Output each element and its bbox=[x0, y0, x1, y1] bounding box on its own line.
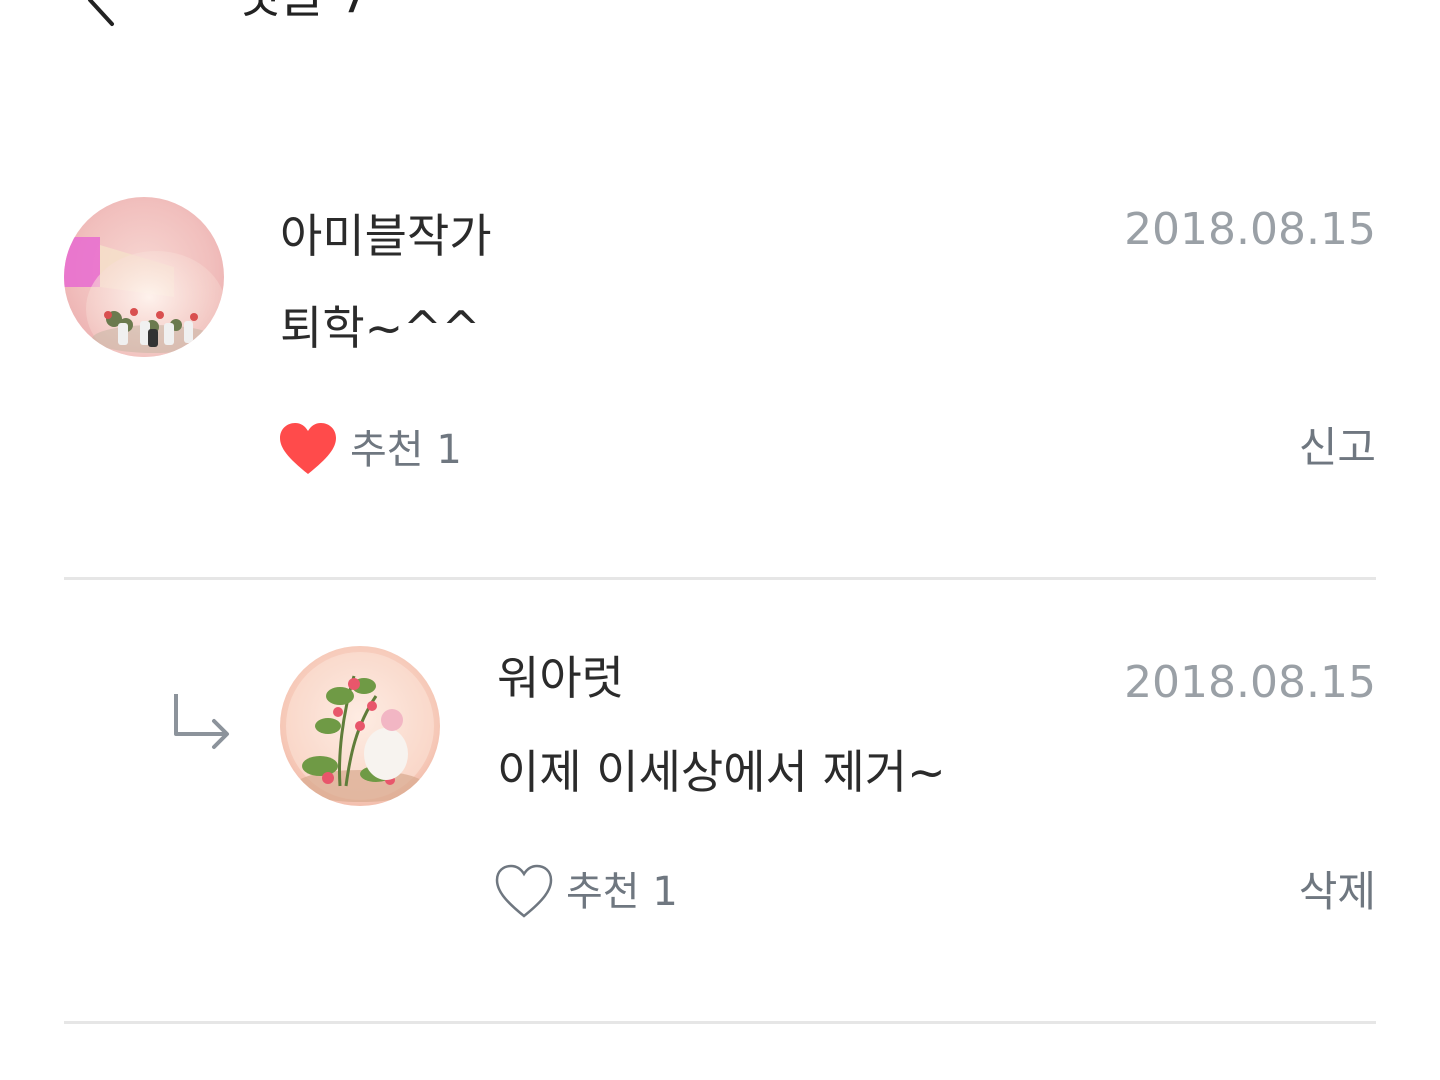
like-count-label: 추천 1 bbox=[566, 869, 678, 915]
divider bbox=[64, 577, 1376, 580]
comment-text: 이제 이세상에서 제거~ bbox=[497, 745, 946, 799]
back-button[interactable] bbox=[72, 0, 132, 30]
comments-screen: 댓글 7 bbox=[0, 0, 1440, 1080]
comment-date: 2018.08.15 bbox=[1124, 204, 1376, 255]
comment-author: 아미블작가 bbox=[280, 209, 492, 263]
avatar[interactable] bbox=[280, 646, 440, 806]
avatar[interactable] bbox=[64, 197, 224, 357]
divider bbox=[64, 1021, 1376, 1024]
top-bar: 댓글 7 bbox=[0, 0, 1440, 26]
reply-arrow-icon bbox=[168, 690, 238, 760]
like-count-label: 추천 1 bbox=[350, 427, 462, 473]
like-button[interactable] bbox=[278, 420, 338, 480]
comment-author: 워아럿 bbox=[497, 651, 624, 705]
page-title: 댓글 7 bbox=[236, 0, 370, 26]
comment-text: 퇴학~^^ bbox=[280, 301, 481, 355]
chevron-left-icon bbox=[88, 0, 114, 26]
like-button[interactable] bbox=[494, 862, 554, 922]
delete-button[interactable]: 삭제 bbox=[1299, 862, 1376, 922]
report-button[interactable]: 신고 bbox=[1299, 418, 1376, 478]
comment-date: 2018.08.15 bbox=[1124, 657, 1376, 708]
heart-filled-icon bbox=[280, 423, 336, 474]
heart-outline-icon bbox=[495, 864, 553, 918]
